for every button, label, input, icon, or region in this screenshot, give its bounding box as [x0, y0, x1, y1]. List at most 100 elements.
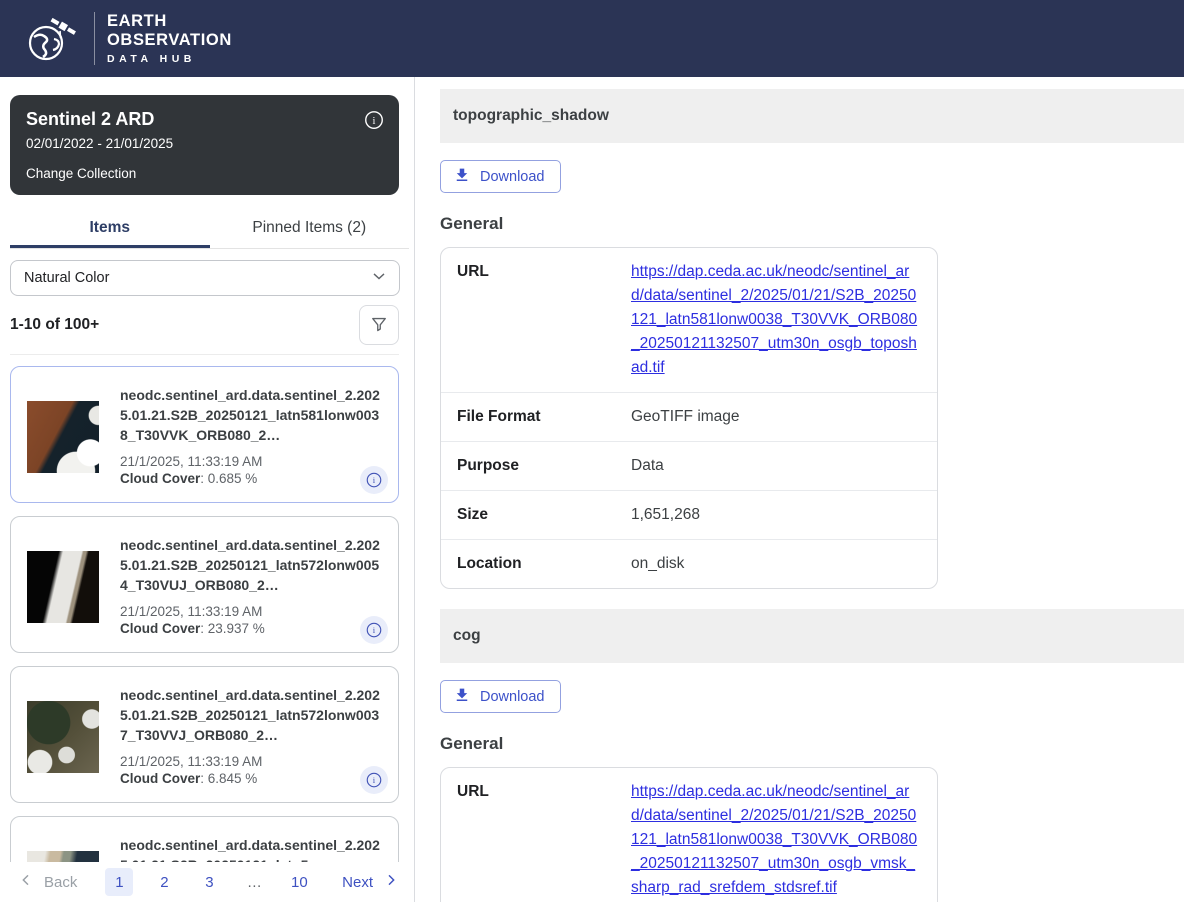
- band-combination-select[interactable]: Natural Color: [10, 260, 400, 296]
- pagination-bar: Back 1 2 3 … 10 Next: [0, 862, 413, 902]
- collection-summary-card: Sentinel 2 ARD 02/01/2022 - 21/01/2025 C…: [10, 95, 399, 195]
- cloud-cover-value: : 0.685 %: [200, 471, 257, 486]
- item-title: neodc.sentinel_ard.data.sentinel_2.2025.…: [120, 535, 384, 595]
- row-label: URL: [457, 260, 631, 380]
- asset-detail-panel: topographic_shadow Download General URL …: [415, 77, 1184, 902]
- cloud-cover-value: : 23.937 %: [200, 621, 265, 636]
- pagination-back-label: Back: [44, 874, 77, 891]
- filter-funnel-icon: [369, 314, 389, 337]
- top-navigation-bar: EARTH OBSERVATION DATA HUB: [0, 0, 1184, 77]
- asset-section-header: cog: [440, 609, 1184, 663]
- logo-line-2: OBSERVATION: [107, 31, 232, 50]
- filter-button[interactable]: [359, 305, 399, 345]
- pagination-next-button[interactable]: Next: [342, 872, 399, 892]
- item-info-icon[interactable]: i: [360, 766, 388, 794]
- item-info-icon[interactable]: i: [360, 616, 388, 644]
- download-button[interactable]: Download: [440, 680, 561, 713]
- item-thumbnail: [27, 701, 99, 773]
- asset-title: topographic_shadow: [453, 107, 609, 125]
- row-value: https://dap.ceda.ac.uk/neodc/sentinel_ar…: [631, 260, 921, 380]
- item-text: neodc.sentinel_ard.data.sentinel_2.2025.…: [120, 535, 384, 638]
- table-row: Purpose Data: [441, 442, 937, 491]
- download-icon: [453, 686, 471, 708]
- general-heading: General: [440, 214, 1184, 234]
- band-select-value: Natural Color: [24, 270, 109, 286]
- download-label: Download: [480, 689, 545, 705]
- item-text: neodc.sentinel_ard.data.sentinel_2.2025.…: [120, 685, 384, 788]
- asset-url-link[interactable]: https://dap.ceda.ac.uk/neodc/sentinel_ar…: [631, 783, 917, 896]
- table-row: File Format GeoTIFF image: [441, 393, 937, 442]
- list-item[interactable]: neodc.sentinel_ard.data.sentinel_2.2025.…: [10, 666, 399, 803]
- general-heading: General: [440, 734, 1184, 754]
- cloud-cover-label: Cloud Cover: [120, 771, 200, 786]
- collection-info-icon[interactable]: i: [363, 109, 385, 131]
- asset-url-link[interactable]: https://dap.ceda.ac.uk/neodc/sentinel_ar…: [631, 263, 917, 376]
- row-label: Size: [457, 503, 631, 527]
- pagination-page-3[interactable]: 3: [195, 868, 223, 896]
- item-title: neodc.sentinel_ard.data.sentinel_2.2025.…: [120, 385, 384, 445]
- tab-pinned-items[interactable]: Pinned Items (2): [210, 209, 410, 248]
- asset-title: cog: [453, 627, 481, 645]
- download-button[interactable]: Download: [440, 160, 561, 193]
- collection-date-range: 02/01/2022 - 21/01/2025: [26, 136, 383, 151]
- collection-title: Sentinel 2 ARD: [26, 107, 383, 131]
- asset-detail-table: URL https://dap.ceda.ac.uk/neodc/sentine…: [440, 247, 938, 589]
- result-count: 1-10 of 100+: [10, 316, 99, 334]
- pagination-page-2[interactable]: 2: [150, 868, 178, 896]
- list-item[interactable]: neodc.sentinel_ard.data.sentinel_2.2025.…: [10, 366, 399, 503]
- row-value: https://dap.ceda.ac.uk/neodc/sentinel_ar…: [631, 780, 921, 900]
- pagination-page-1[interactable]: 1: [105, 868, 133, 896]
- cloud-cover-label: Cloud Cover: [120, 471, 200, 486]
- table-row: URL https://dap.ceda.ac.uk/neodc/sentine…: [441, 768, 937, 902]
- pagination-next-label: Next: [342, 874, 373, 891]
- cloud-cover-label: Cloud Cover: [120, 621, 200, 636]
- logo-line-3: DATA HUB: [107, 53, 232, 65]
- svg-text:i: i: [373, 475, 376, 485]
- table-row: URL https://dap.ceda.ac.uk/neodc/sentine…: [441, 248, 937, 393]
- pagination-ellipsis: …: [240, 868, 268, 896]
- item-info-icon[interactable]: i: [360, 466, 388, 494]
- result-count-row: 1-10 of 100+: [10, 305, 399, 345]
- item-thumbnail: [27, 551, 99, 623]
- row-label: File Format: [457, 405, 631, 429]
- item-text: neodc.sentinel_ard.data.sentinel_2.2025.…: [120, 385, 384, 488]
- svg-text:i: i: [373, 116, 376, 127]
- item-cloud-cover: Cloud Cover: 0.685 %: [120, 471, 384, 487]
- row-value: Data: [631, 454, 921, 478]
- asset-section-header: topographic_shadow: [440, 89, 1184, 143]
- pagination-page-10[interactable]: 10: [285, 868, 313, 896]
- logo-line-1: EARTH: [107, 12, 232, 31]
- row-label: URL: [457, 780, 631, 900]
- item-cloud-cover: Cloud Cover: 23.937 %: [120, 621, 384, 637]
- app-logo: EARTH OBSERVATION DATA HUB: [24, 12, 232, 65]
- chevron-left-icon: [18, 872, 34, 892]
- row-value: GeoTIFF image: [631, 405, 921, 429]
- download-label: Download: [480, 169, 545, 185]
- download-icon: [453, 166, 471, 188]
- cloud-cover-value: : 6.845 %: [200, 771, 257, 786]
- row-value: 1,651,268: [631, 503, 921, 527]
- row-label: Purpose: [457, 454, 631, 478]
- pagination-back-button[interactable]: Back: [18, 872, 77, 892]
- row-value: on_disk: [631, 552, 921, 576]
- item-list: neodc.sentinel_ard.data.sentinel_2.2025.…: [10, 354, 399, 902]
- tab-items[interactable]: Items: [10, 209, 210, 248]
- table-row: Location on_disk: [441, 540, 937, 588]
- app-logo-text: EARTH OBSERVATION DATA HUB: [94, 12, 232, 65]
- table-row: Size 1,651,268: [441, 491, 937, 540]
- chevron-right-icon: [383, 872, 399, 892]
- item-thumbnail: [27, 401, 99, 473]
- sidebar-tabs: Items Pinned Items (2): [10, 209, 409, 249]
- item-title: neodc.sentinel_ard.data.sentinel_2.2025.…: [120, 685, 384, 745]
- item-timestamp: 21/1/2025, 11:33:19 AM: [120, 454, 384, 470]
- change-collection-link[interactable]: Change Collection: [26, 166, 383, 181]
- item-timestamp: 21/1/2025, 11:33:19 AM: [120, 604, 384, 620]
- earth-observation-globe-icon: [24, 13, 82, 65]
- item-cloud-cover: Cloud Cover: 6.845 %: [120, 771, 384, 787]
- item-timestamp: 21/1/2025, 11:33:19 AM: [120, 754, 384, 770]
- asset-detail-table: URL https://dap.ceda.ac.uk/neodc/sentine…: [440, 767, 938, 902]
- row-label: Location: [457, 552, 631, 576]
- list-item[interactable]: neodc.sentinel_ard.data.sentinel_2.2025.…: [10, 516, 399, 653]
- items-sidebar: Sentinel 2 ARD 02/01/2022 - 21/01/2025 C…: [0, 77, 415, 902]
- svg-text:i: i: [373, 625, 376, 635]
